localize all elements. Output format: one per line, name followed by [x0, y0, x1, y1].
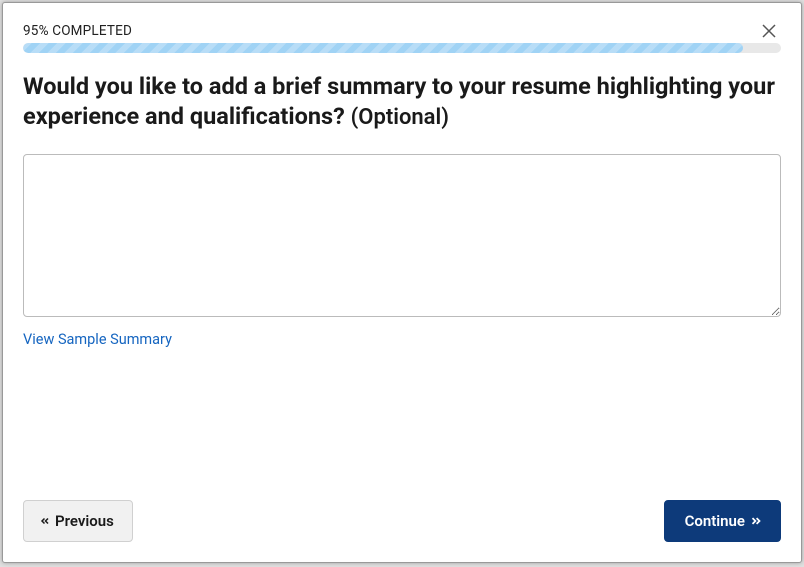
- view-sample-link[interactable]: View Sample Summary: [23, 331, 172, 348]
- close-icon: [760, 22, 778, 40]
- continue-button[interactable]: Continue: [664, 500, 781, 542]
- chevrons-left-icon: [38, 515, 52, 527]
- summary-textarea[interactable]: [23, 154, 781, 317]
- chevrons-right-icon: [748, 514, 764, 528]
- continue-button-label: Continue: [685, 512, 745, 530]
- progress-bar: [23, 43, 781, 53]
- resume-summary-modal: 95% COMPLETED Would you like to add a br…: [2, 2, 802, 563]
- previous-button[interactable]: Previous: [23, 500, 133, 542]
- modal-footer: Previous Continue: [3, 500, 801, 562]
- modal-content: 95% COMPLETED Would you like to add a br…: [3, 3, 801, 500]
- progress-label: 95% COMPLETED: [23, 23, 781, 39]
- close-button[interactable]: [757, 19, 781, 43]
- previous-button-label: Previous: [55, 512, 114, 530]
- heading-optional: (Optional): [351, 105, 449, 130]
- progress-fill: [23, 43, 743, 53]
- page-heading: Would you like to add a brief summary to…: [23, 71, 781, 132]
